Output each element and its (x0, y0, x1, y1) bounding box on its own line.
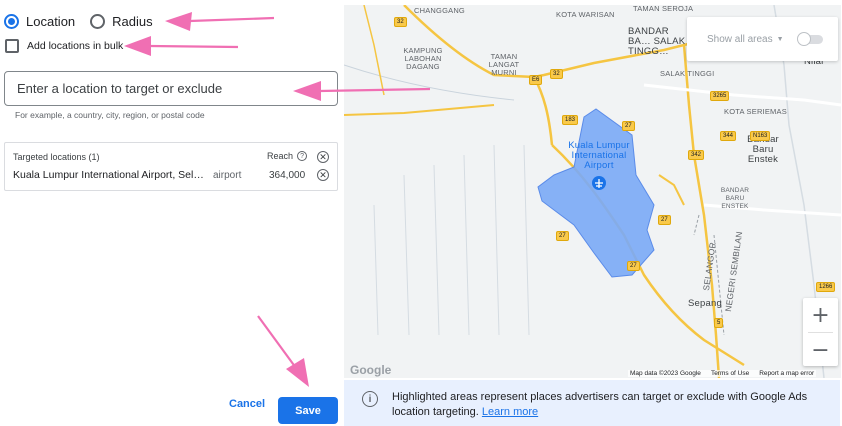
cancel-button[interactable]: Cancel (229, 398, 265, 410)
save-button[interactable]: Save (278, 397, 338, 424)
targeting-mode-group: Location Radius (4, 10, 153, 32)
map-label-taman-seroja: TAMAN SEROJA (633, 5, 694, 13)
location-targeting-panel: Location Radius Add locations in bulk En… (0, 0, 842, 426)
caret-down-icon: ▼ (776, 35, 784, 43)
road-shield: 27 (622, 121, 635, 131)
road-shield: 27 (658, 215, 671, 225)
road-shield: N163 (750, 131, 771, 141)
map-attribution: Map data ©2023 Google Terms of Use Repor… (628, 370, 817, 377)
show-all-areas-label: Show all areas ▼ (707, 34, 784, 45)
annotation-arrow-head (286, 358, 309, 387)
road-shield: 1266 (816, 282, 836, 292)
reach-header: Reach ? (267, 151, 308, 161)
reach-header-label: Reach (267, 151, 294, 161)
info-icon: i (362, 391, 378, 407)
bulk-locations-label[interactable]: Add locations in bulk (27, 40, 123, 52)
annotation-arrow-head (124, 36, 151, 56)
road-shield: 32 (550, 69, 563, 79)
road-shield: E6 (529, 75, 543, 85)
road-shield: 32 (394, 17, 407, 27)
bulk-locations-checkbox[interactable] (5, 39, 19, 53)
location-radio-label[interactable]: Location (26, 14, 75, 29)
road-shield: 342 (688, 150, 705, 160)
location-radio[interactable] (4, 13, 19, 29)
bulk-locations-row: Add locations in bulk (5, 39, 123, 53)
show-all-areas-control[interactable]: Show all areas ▼ (687, 17, 838, 61)
road-shield: 344 (720, 131, 737, 141)
map-label-kota-seriemas: KOTA SERIEMAS (724, 107, 787, 116)
map-label-bandar-baru-salak-tinggi: BANDAR BA… SALAK TINGG… (628, 26, 686, 57)
targeted-location-reach: 364,000 (269, 170, 306, 181)
learn-more-link[interactable]: Learn more (482, 406, 538, 418)
annotation-arrow (149, 44, 239, 49)
search-hint: For example, a country, city, region, or… (15, 110, 205, 120)
notice-body: Highlighted areas represent places adver… (392, 391, 808, 418)
toggle-knob (797, 32, 811, 46)
remove-location-icon[interactable]: ✕ (317, 169, 329, 181)
road-shield: 27 (627, 261, 640, 271)
targeted-locations-table: Targeted locations (1) Reach ? ✕ Kuala L… (4, 142, 338, 191)
road-shield: 5 (714, 318, 724, 328)
targeted-locations-header: Targeted locations (1) (13, 152, 100, 162)
map-label-klia: Kuala Lumpur International Airport (568, 140, 630, 171)
location-search-input[interactable]: Enter a location to target or exclude (4, 71, 338, 106)
map-label-kota-warisan: KOTA WARISAN (556, 10, 615, 19)
radius-radio[interactable] (90, 13, 106, 29)
help-icon[interactable]: ? (297, 151, 308, 161)
show-all-areas-text: Show all areas (707, 33, 773, 45)
annotation-arrow-head (165, 12, 192, 31)
road-shield: 3265 (710, 91, 730, 101)
map-label-sepang: Sepang (688, 298, 722, 309)
map-view[interactable]: CHANGGANG KOTA WARISAN TAMAN SEROJA BAND… (344, 5, 841, 378)
remove-all-icon[interactable]: ✕ (317, 151, 329, 163)
info-notice: i Highlighted areas represent places adv… (344, 380, 840, 426)
map-label-changgang: CHANGGANG (414, 6, 465, 15)
zoom-out-button[interactable]: − (803, 333, 838, 367)
road-shield: 183 (562, 115, 579, 125)
map-data-credit: Map data ©2023 Google (630, 370, 701, 377)
radius-radio-label[interactable]: Radius (112, 14, 152, 29)
annotation-arrow (257, 315, 297, 369)
terms-of-use-link[interactable]: Terms of Use (711, 370, 749, 377)
targeted-location-type: airport (213, 170, 242, 181)
show-all-areas-toggle[interactable] (797, 32, 825, 46)
annotation-arrow (189, 16, 275, 23)
zoom-in-button[interactable]: + (803, 298, 838, 332)
road-shield: 27 (556, 231, 569, 241)
map-label-salak-tinggi: SALAK TINGGI (660, 69, 715, 78)
targeted-location-name: Kuala Lumpur International Airport, Sel… (13, 169, 204, 181)
notice-text: Highlighted areas represent places adver… (392, 390, 822, 420)
map-label-taman-langat-murni: TAMAN LANGAT MURNI (488, 52, 520, 77)
map-label-kampung-labohan-dagang: KAMPUNG LABOHAN DAGANG (403, 46, 443, 71)
targeted-area-polygon (537, 108, 655, 278)
google-logo: Google (350, 363, 392, 377)
map-label-bandar-baru-enstek-small: BANDAR BARU ENSTEK (720, 187, 750, 210)
report-map-error-link[interactable]: Report a map error (759, 370, 814, 377)
zoom-control: + − (803, 298, 838, 366)
